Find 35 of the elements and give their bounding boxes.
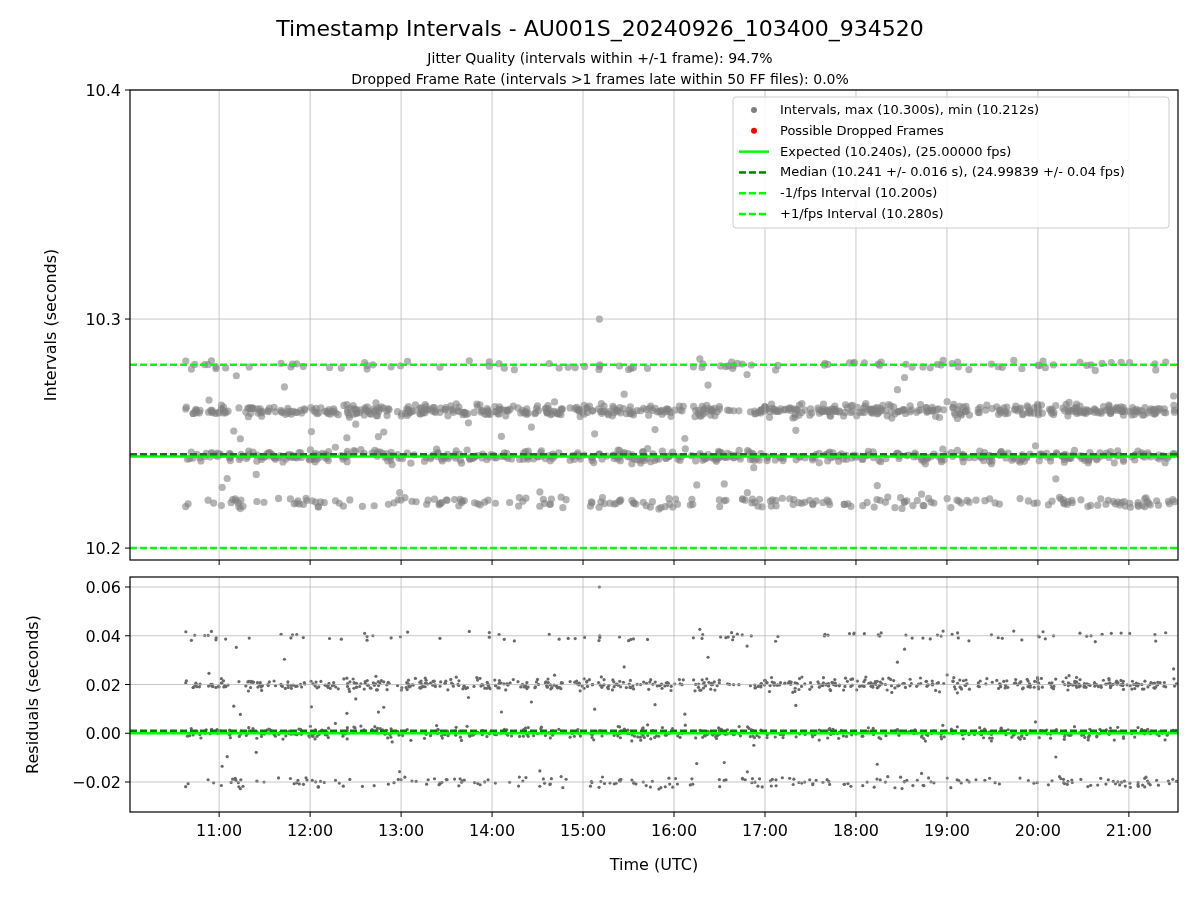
y-tick-label: 10.4 (85, 81, 121, 100)
x-tick-label: 13:00 (378, 821, 425, 840)
x-tick-label: 20:00 (1014, 821, 1061, 840)
legend-line-icon (739, 150, 769, 153)
figure-subtitle: Jitter Quality (intervals within +/-1 frame): 94.7% (427, 50, 773, 66)
y-tick-label: 0.06 (85, 578, 121, 597)
y-tick-label: 10.2 (85, 539, 121, 559)
y-tick-label: 0.02 (85, 675, 121, 695)
x-tick-label: 15:00 (560, 821, 607, 840)
x-axis-label: Time (UTC) (609, 855, 699, 874)
x-tick-label: 12:00 (287, 821, 334, 840)
legend-label: Median (10.241 +/- 0.016 s), (24.99839 +/- 0.04 fps) (780, 164, 1125, 180)
x-tick-label: 17:00 (741, 821, 789, 840)
x-tick-label: 16:00 (650, 821, 698, 840)
legend-label: Intervals, max (10.300s), min (10.212s) (780, 102, 1039, 117)
x-tick-label: 21:00 (1105, 821, 1152, 840)
legend-label: -1/fps Interval (10.200s) (780, 185, 938, 201)
legend-label: Expected (10.240s), (25.00000 fps) (780, 143, 1012, 159)
x-tick-label: 14:00 (469, 821, 516, 840)
y-axis-label: Intervals (seconds) (41, 248, 60, 402)
figure-title: Timestamp Intervals - AU001S_20240926_103400_934520 (276, 16, 924, 41)
x-tick-label: 18:00 (832, 821, 879, 840)
legend-line-icon (739, 192, 766, 195)
legend-label: Possible Dropped Frames (780, 122, 944, 138)
legend-line-icon (739, 212, 766, 216)
x-tick-label: 19:00 (923, 821, 970, 840)
y-tick-label: 10.3 (85, 310, 121, 330)
y-tick-label: 0.04 (85, 626, 121, 646)
legend-label: +1/fps Interval (10.280s) (780, 206, 944, 221)
y-tick-label: −0.02 (71, 773, 121, 792)
y-tick-label: 0.00 (85, 724, 121, 744)
figure-subtitle: Dropped Frame Rate (intervals >1 frames late within 50 FF files): 0.0% (351, 71, 849, 87)
legend-line-icon (739, 171, 766, 174)
y-axis-label: Residuals (seconds) (23, 615, 42, 774)
x-tick-label: 11:00 (196, 821, 243, 840)
